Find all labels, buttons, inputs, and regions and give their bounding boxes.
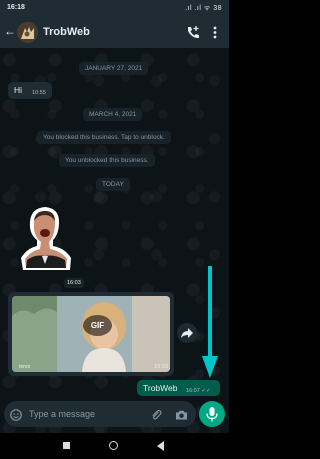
date-separator: JANUARY 27, 2021 — [79, 62, 149, 75]
annotation-arrow — [202, 266, 218, 378]
avatar[interactable] — [17, 22, 38, 43]
sticker-time: 16:03 — [64, 278, 84, 288]
phone-plus-icon[interactable] — [186, 26, 200, 44]
chat-header: ← TrobWeb — [0, 17, 229, 48]
microphone-icon — [206, 407, 218, 422]
system-message-unblocked: You unblocked this business. — [59, 154, 155, 167]
gif-play-badge[interactable]: GIF — [83, 315, 112, 336]
sticker-message[interactable] — [17, 204, 77, 272]
microphone-button[interactable] — [199, 401, 225, 427]
message-text: Hi — [14, 85, 23, 95]
date-separator: MARCH 4, 2021 — [83, 108, 143, 121]
message-text: TrobWeb — [143, 383, 178, 393]
status-time: 16:18 — [7, 4, 25, 11]
gif-source: tenor — [19, 364, 31, 370]
incoming-message[interactable]: Hi 10:55 — [8, 82, 52, 99]
emoji-icon[interactable] — [10, 408, 22, 426]
gif-message[interactable]: tenor GIF 16:03 — [8, 292, 174, 376]
back-arrow-icon[interactable]: ← — [4, 25, 16, 37]
screen: 16:18 .ıl .ıl ᯤ 38 ← TrobWeb JANUARY 27,… — [0, 0, 229, 459]
forward-icon[interactable] — [177, 323, 197, 343]
message-time-read: 16:07 ✓✓ — [186, 388, 211, 394]
status-bar: 16:18 .ıl .ıl ᯤ 38 — [0, 0, 229, 17]
system-message-blocked[interactable]: You blocked this business. Tap to unbloc… — [37, 131, 171, 144]
message-time: 10:55 — [32, 90, 46, 96]
message-input[interactable]: Type a message — [29, 409, 95, 419]
recents-icon[interactable] — [63, 442, 70, 449]
status-icons: .ıl .ıl ᯤ 38 — [185, 5, 222, 12]
camera-icon[interactable] — [175, 408, 188, 426]
outgoing-message[interactable]: TrobWeb 16:07 ✓✓ — [137, 380, 220, 396]
date-separator: TODAY — [96, 178, 130, 191]
system-nav-bar — [0, 433, 229, 459]
attach-icon[interactable] — [150, 408, 162, 426]
contact-name[interactable]: TrobWeb — [43, 26, 90, 38]
home-icon[interactable] — [109, 441, 118, 450]
message-input-bar[interactable]: Type a message — [4, 401, 196, 427]
more-options-icon[interactable] — [213, 26, 217, 44]
gif-time: 16:03 — [154, 364, 168, 370]
back-triangle-icon[interactable] — [157, 441, 164, 451]
